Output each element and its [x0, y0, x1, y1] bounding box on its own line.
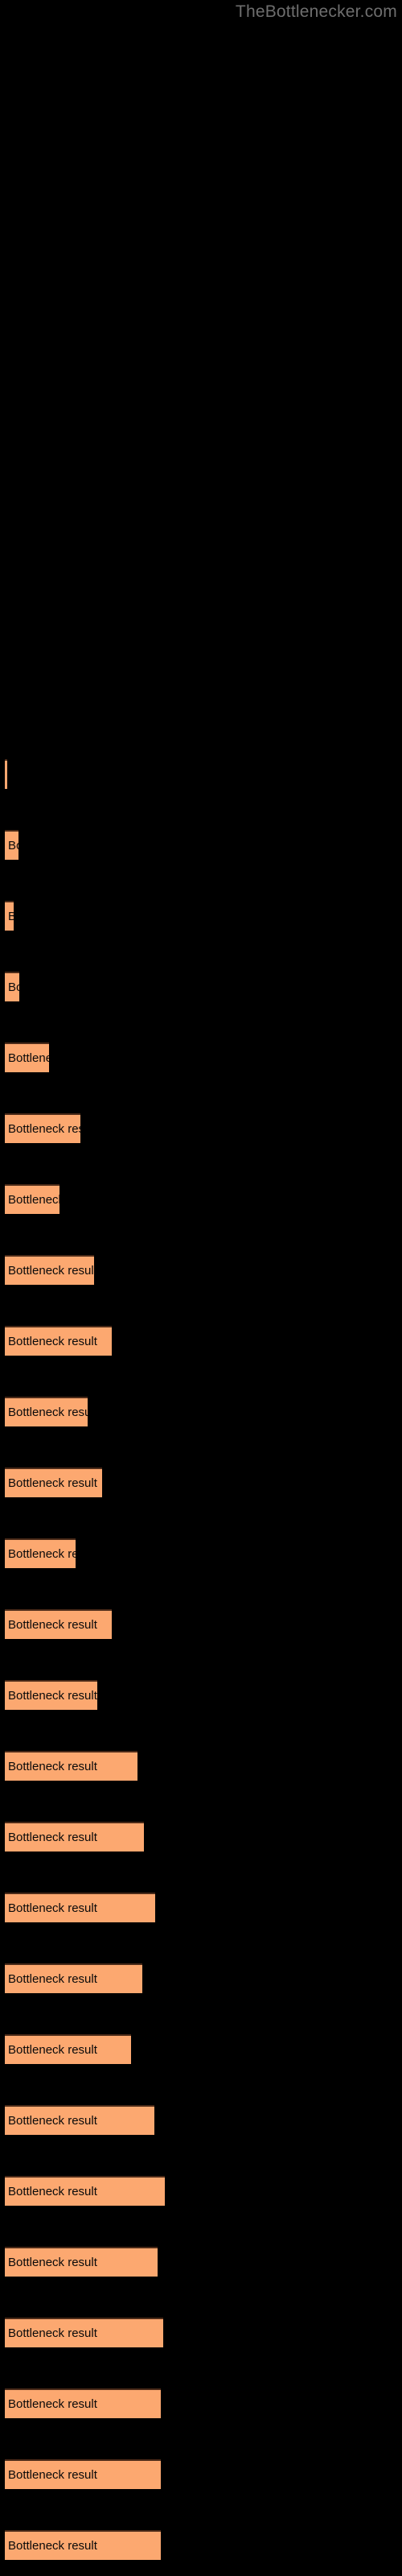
bar-row: Bottleneck result: [5, 759, 7, 789]
bar-row: Bottleneck result: [5, 2388, 161, 2418]
bar: Bottleneck result: [5, 1609, 112, 1639]
bar-row: Bottleneck result: [5, 1609, 112, 1639]
bar-row: Bottleneck result: [5, 1255, 94, 1285]
bar-label: Bottleneck result: [8, 1193, 59, 1207]
bar-row: Bottleneck result: [5, 1751, 137, 1781]
bar-row: Bottleneck result: [5, 2105, 154, 2135]
bar-label: Bottleneck result: [8, 839, 18, 852]
bar-row: Bottleneck result: [5, 1184, 59, 1214]
bar-label: Bottleneck result: [8, 1972, 97, 1986]
bar-row: Bottleneck result: [5, 830, 18, 860]
bar-label: Bottleneck result: [8, 2043, 97, 2057]
bar: Bottleneck result: [5, 2388, 161, 2418]
bar-row: Bottleneck result: [5, 1822, 144, 1852]
bar: Bottleneck result: [5, 2105, 154, 2135]
bar-label: Bottleneck result: [8, 2468, 97, 2482]
bar-row: Bottleneck result: [5, 2318, 163, 2347]
bar: Bottleneck result: [5, 1042, 49, 1072]
bottleneck-bar-chart: Bottleneck result Bottleneck result Bottle…: [0, 0, 402, 2576]
bar-row: Bottleneck result: [5, 2247, 158, 2277]
bar-label: Bottleneck result: [8, 2397, 97, 2411]
bar-label: Bottleneck result: [8, 1406, 88, 1419]
bar-label: Bottleneck result: [8, 980, 19, 994]
bar-label: Bottleneck result: [8, 2539, 97, 2553]
bar-label: Bottleneck result: [8, 1051, 49, 1065]
bar: Bottleneck result: [5, 2318, 163, 2347]
bar: Bottleneck result: [5, 1397, 88, 1426]
bar-row: Bottleneck result: [5, 1893, 155, 1922]
bar: Bottleneck result: [5, 1255, 94, 1285]
bar-label: Bottleneck result: [8, 2326, 97, 2340]
bar-label: Bottleneck result: [8, 1689, 97, 1703]
bar: Bottleneck result: [5, 2176, 165, 2206]
bar-label: Bottleneck result: [8, 2256, 97, 2269]
bar: Bottleneck result: [5, 1538, 76, 1568]
bar-label: Bottleneck result: [8, 1122, 80, 1136]
bar: Bottleneck result: [5, 1113, 80, 1143]
bar-row: Bottleneck result: [5, 1113, 80, 1143]
bar-row: Bottleneck result: [5, 1680, 97, 1710]
bar: Bottleneck result: [5, 2530, 161, 2560]
bar-row: Bottleneck result: [5, 1042, 49, 1072]
bar: Bottleneck result: [5, 1184, 59, 1214]
bar-label: Bottleneck result: [8, 2185, 97, 2198]
bar: Bottleneck result: [5, 2459, 161, 2489]
bar-row: Bottleneck result: [5, 1468, 102, 1497]
bar-row: Bottleneck result: [5, 972, 19, 1001]
bar-label: Bottleneck result: [8, 902, 14, 931]
bar-label: Bottleneck result: [8, 2114, 97, 2128]
bar-label: Bottleneck result: [8, 1831, 97, 1844]
bar-label: Bottleneck result: [8, 1335, 97, 1348]
bar: Bottleneck result: [5, 1468, 102, 1497]
bar: Bottleneck result: [5, 759, 7, 789]
bar-row: Bottleneck result: [5, 1538, 76, 1568]
bar-label: Bottleneck result: [8, 1264, 94, 1278]
bar: Bottleneck result: [5, 901, 14, 931]
bar-row: Bottleneck result: [5, 1326, 112, 1356]
bar-row: Bottleneck result: [5, 1397, 88, 1426]
bar: Bottleneck result: [5, 2034, 131, 2064]
bar-label: Bottleneck result: [8, 1901, 97, 1915]
bar: Bottleneck result: [5, 1822, 144, 1852]
bar: Bottleneck result: [5, 1680, 97, 1710]
bar: Bottleneck result: [5, 2247, 158, 2277]
bar: Bottleneck result: [5, 972, 19, 1001]
bar-row: Bottleneck result: [5, 2530, 161, 2560]
bar: Bottleneck result: [5, 1963, 142, 1993]
bar-label: Bottleneck result: [8, 1547, 76, 1561]
bar-row: Bottleneck result: [5, 1963, 142, 1993]
bar-label: Bottleneck result: [8, 1476, 97, 1490]
bar: Bottleneck result: [5, 830, 18, 860]
bar-row: Bottleneck result: [5, 2034, 131, 2064]
bar-label: Bottleneck result: [8, 1618, 97, 1632]
bar-row: Bottleneck result: [5, 901, 14, 931]
bar: Bottleneck result: [5, 1326, 112, 1356]
bar: Bottleneck result: [5, 1893, 155, 1922]
bar-row: Bottleneck result: [5, 2459, 161, 2489]
bar-row: Bottleneck result: [5, 2176, 165, 2206]
bar-label: Bottleneck result: [8, 1760, 97, 1773]
bar: Bottleneck result: [5, 1751, 137, 1781]
